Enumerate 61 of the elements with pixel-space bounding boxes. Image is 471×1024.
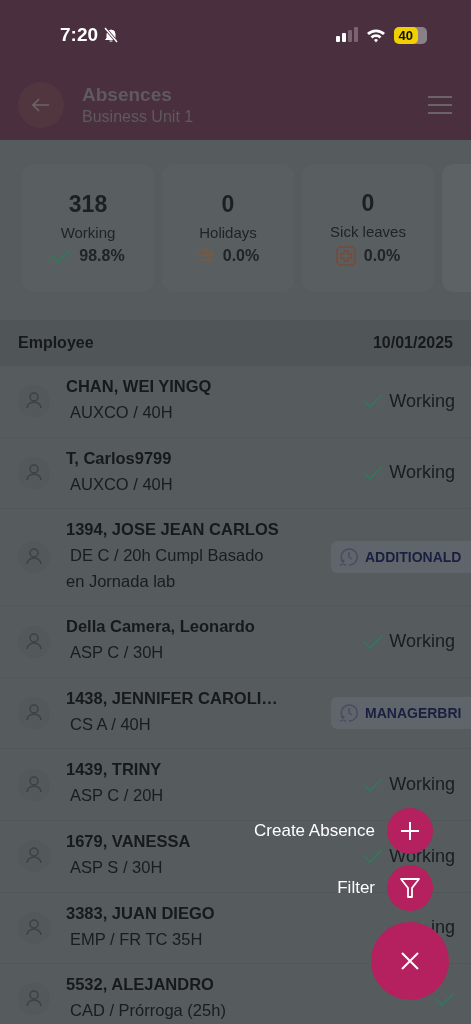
- column-header: Employee: [18, 334, 94, 352]
- status-label: Working: [389, 390, 455, 412]
- status-label: MANAGERBRI: [365, 705, 462, 722]
- check-icon: [363, 394, 384, 409]
- check-icon: [51, 249, 72, 263]
- column-header: 10/01/2025: [372, 334, 453, 352]
- check-icon: [363, 465, 384, 480]
- stat-label: Sick leaves: [330, 223, 406, 240]
- action-label: Filter: [337, 878, 375, 898]
- stat-percent: 98.8%: [79, 247, 125, 265]
- employee-contract: ASP S / 30H: [69, 856, 163, 878]
- stat-percent: 0.0%: [363, 247, 401, 265]
- clock-person-icon: [339, 547, 359, 568]
- stat-percent: 0.0%: [222, 247, 260, 265]
- employee-name: 1394, JOSE JEAN CARLOS: [66, 520, 279, 540]
- check-icon: [363, 849, 384, 864]
- employee-contract: ASP C / 30H: [69, 642, 164, 664]
- employee-name: 1439, TRINY: [66, 760, 162, 780]
- employee-name: 5532, ALEJANDRO: [66, 975, 214, 995]
- muted-bell-icon: [102, 26, 121, 44]
- stat-count: 0: [221, 191, 235, 218]
- action-label: Create Absence: [254, 821, 375, 841]
- employee-contract: AUXCO / 40H: [69, 473, 173, 495]
- stat-count: 318: [68, 191, 108, 218]
- menu-icon[interactable]: [427, 95, 453, 115]
- back-button[interactable]: [18, 82, 64, 128]
- filter-icon: [400, 877, 420, 899]
- employee-name: Della Camera, Leonardo: [66, 617, 255, 637]
- back-arrow-icon: [32, 98, 50, 112]
- employee-name: T, Carlos9799: [66, 448, 172, 468]
- stat-count: 0: [361, 190, 375, 217]
- employee-contract: CS A / 40H: [69, 713, 151, 735]
- signal-icon: [335, 27, 358, 43]
- check-icon: [363, 634, 384, 649]
- medical-cross-icon: [335, 246, 356, 266]
- status-label: Working: [389, 631, 455, 653]
- employee-name: 1438, JENNIFER CAROLI…: [66, 688, 278, 708]
- employee-contract: EMP / FR TC 35H: [69, 928, 203, 950]
- status-label: Working: [389, 462, 455, 484]
- status-label: Working: [389, 845, 455, 867]
- status-label: ing: [430, 917, 455, 939]
- employee-name: 1679, VANESSA: [66, 831, 191, 851]
- employee-contract: ASP C / 20H: [69, 785, 164, 807]
- clock-time: 7:20: [60, 24, 99, 46]
- stat-label: Holidays: [199, 224, 257, 241]
- status-label: ADDITIONALD: [365, 549, 462, 566]
- stat-label: Working: [60, 224, 116, 241]
- plus-icon: [399, 820, 421, 842]
- check-icon: [363, 777, 384, 792]
- filter-button[interactable]: [387, 865, 433, 911]
- status-label: Working: [389, 774, 455, 796]
- employee-name: 3383, JUAN DIEGO: [66, 903, 215, 923]
- check-icon: [435, 992, 455, 1007]
- employee-contract: AUXCO / 40H: [69, 402, 173, 423]
- clock-person-icon: [339, 703, 359, 724]
- employee-name: CHAN, WEI YINGQ: [66, 377, 212, 396]
- wifi-icon: [365, 27, 386, 43]
- beach-umbrella-icon: [196, 247, 215, 265]
- employee-contract: CAD / Prórroga (25h): [69, 1000, 226, 1022]
- employee-contract: DE C / 20h Cumpl Basado en Jornada lab: [66, 545, 265, 592]
- close-icon: [400, 951, 420, 971]
